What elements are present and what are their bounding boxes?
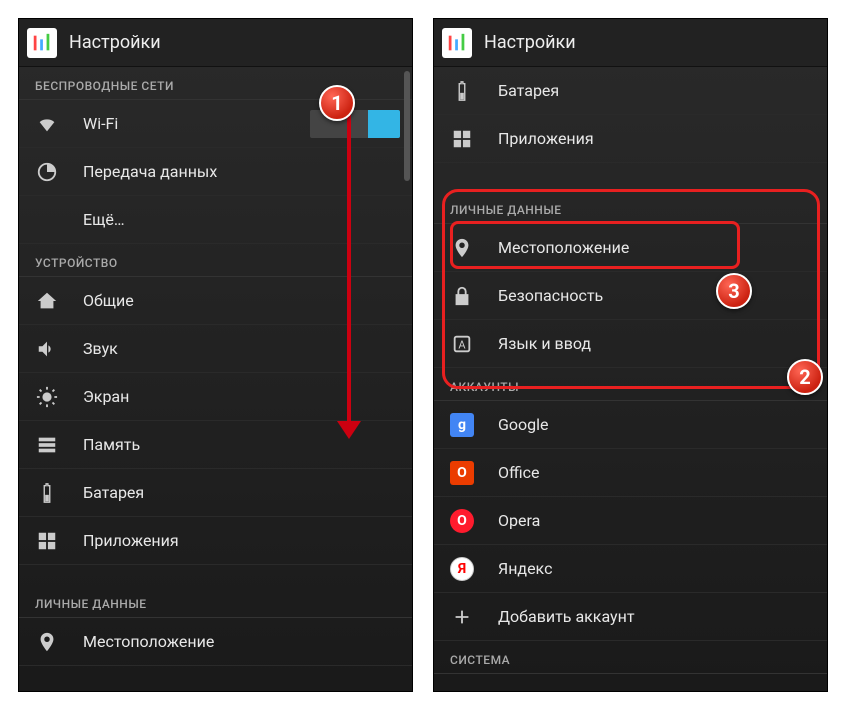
item-label: Office (498, 463, 540, 482)
opera-icon: O (450, 509, 474, 533)
item-label: Память (83, 435, 140, 454)
battery-icon (35, 481, 59, 505)
empty-icon (35, 208, 59, 232)
item-display[interactable]: Экран (19, 373, 412, 421)
badge-1: 1 (319, 85, 355, 121)
item-label: Ещё… (83, 210, 125, 229)
yandex-icon: Я (450, 557, 474, 581)
header-title: Настройки (484, 32, 576, 53)
arrow-scroll (347, 97, 351, 427)
item-location[interactable]: Местоположение (434, 224, 827, 272)
item-label: Батарея (498, 81, 559, 100)
item-battery[interactable]: Батарея (19, 469, 412, 517)
item-label: Добавить аккаунт (498, 607, 635, 626)
lock-icon (450, 284, 474, 308)
item-battery[interactable]: Батарея (434, 67, 827, 115)
item-label: Wi-Fi (83, 114, 118, 133)
item-add-account[interactable]: Добавить аккаунт (434, 593, 827, 641)
item-more[interactable]: Ещё… (19, 196, 412, 244)
item-location[interactable]: Местоположение (19, 618, 412, 666)
item-label: Яндекс (498, 559, 552, 578)
settings-app-icon (442, 28, 472, 58)
badge-3: 3 (716, 273, 752, 309)
home-icon (35, 289, 59, 313)
brightness-icon (35, 385, 59, 409)
google-icon: g (450, 413, 474, 437)
location-icon (35, 630, 59, 654)
item-apps[interactable]: Приложения (434, 115, 827, 163)
section-personal: ЛИЧНЫЕ ДАННЫЕ (434, 191, 827, 224)
apps-icon (35, 529, 59, 553)
office-icon: O (450, 461, 474, 485)
location-icon (450, 236, 474, 260)
item-opera[interactable]: O Opera (434, 497, 827, 545)
section-system: СИСТЕМА (434, 641, 827, 674)
item-label: Общие (83, 291, 134, 310)
item-label: Экран (83, 387, 129, 406)
item-label: Батарея (83, 483, 144, 502)
item-security[interactable]: Безопасность (434, 272, 827, 320)
item-label: Местоположение (498, 238, 629, 257)
settings-header: Настройки (434, 19, 827, 67)
item-apps[interactable]: Приложения (19, 517, 412, 565)
item-language[interactable]: A Язык и ввод (434, 320, 827, 368)
wifi-icon (35, 112, 59, 136)
item-data-usage[interactable]: Передача данных (19, 148, 412, 196)
section-accounts: АККАУНТЫ (434, 368, 827, 401)
item-office[interactable]: O Office (434, 449, 827, 497)
section-device: УСТРОЙСТВО (19, 244, 412, 277)
item-sound[interactable]: Звук (19, 325, 412, 373)
svg-text:A: A (458, 338, 466, 351)
item-label: Местоположение (83, 632, 214, 651)
badge-2: 2 (787, 359, 823, 395)
header-title: Настройки (69, 32, 161, 53)
language-icon: A (450, 332, 474, 356)
battery-icon (450, 79, 474, 103)
item-label: Язык и ввод (498, 334, 591, 353)
item-label: Безопасность (498, 286, 603, 305)
item-label: Google (498, 415, 549, 434)
phone-left: Настройки БЕСПРОВОДНЫЕ СЕТИ Wi-Fi Переда… (18, 18, 413, 692)
section-personal: ЛИЧНЫЕ ДАННЫЕ (19, 585, 412, 618)
item-general[interactable]: Общие (19, 277, 412, 325)
arrow-head-icon (337, 421, 361, 439)
apps-icon (450, 127, 474, 151)
item-label: Приложения (83, 531, 179, 550)
item-google[interactable]: g Google (434, 401, 827, 449)
storage-icon (35, 433, 59, 457)
item-yandex[interactable]: Я Яндекс (434, 545, 827, 593)
phone-right: Настройки Батарея Приложения ЛИЧНЫЕ ДАНН… (433, 18, 828, 692)
item-label: Звук (83, 339, 118, 358)
data-usage-icon (35, 160, 59, 184)
item-label: Приложения (498, 129, 594, 148)
settings-app-icon (27, 28, 57, 58)
item-label: Opera (498, 511, 540, 530)
settings-header: Настройки (19, 19, 412, 67)
scrollbar[interactable] (404, 71, 410, 181)
item-label: Передача данных (83, 162, 217, 181)
sound-icon (35, 337, 59, 361)
plus-icon (450, 605, 474, 629)
